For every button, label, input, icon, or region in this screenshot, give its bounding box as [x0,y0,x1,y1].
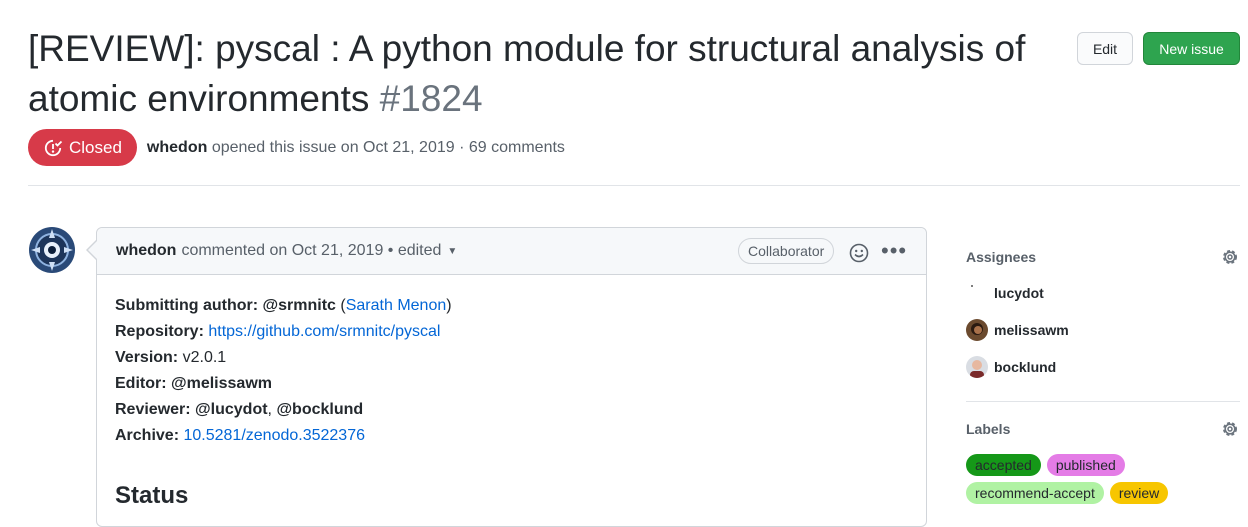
editor-row: Editor: @melissawm [115,371,926,397]
repository-label: Repository: [115,323,204,340]
avatar [966,281,988,304]
repository-row: Repository: https://github.com/srmnitc/p… [115,319,926,345]
sidebar: Assignees lucydot melissawm bocklund Lab… [966,240,1240,504]
reviewer-handle-1[interactable]: @lucydot [195,401,268,418]
editor-label: Editor: [115,375,167,392]
assignees-heading[interactable]: Assignees [966,240,1240,274]
label-published[interactable]: published [1046,454,1125,476]
label-accepted[interactable]: accepted [966,454,1041,476]
chevron-down-icon[interactable]: ▼ [447,246,457,257]
assignees-heading-label: Assignees [966,249,1037,265]
paren-open: ( [335,297,346,314]
labels-list: accepted published recommend-accept revi… [966,454,1240,504]
reviewer-handle-2[interactable]: @bocklund [276,401,363,418]
status-badge: Closed [28,129,137,166]
gear-icon[interactable] [1220,247,1240,267]
comment-author[interactable]: whedon [116,242,176,260]
sidebar-divider [966,401,1240,402]
avatar [966,355,988,378]
issue-number: #1824 [379,78,483,119]
reviewer-label: Reviewer: [115,401,191,418]
issue-author-link[interactable]: whedon [147,139,207,156]
kebab-menu-icon[interactable]: ••• [881,240,907,262]
comment-box: whedon commented on Oct 21, 2019 • edite… [96,227,927,527]
smiley-icon[interactable] [849,243,869,263]
assignee-item[interactable]: lucydot [966,274,1240,311]
submitting-author-name-link[interactable]: Sarath Menon [346,297,447,314]
new-issue-button[interactable]: New issue [1143,32,1240,65]
comment-meta: commented on Oct 21, 2019 • edited [181,242,442,259]
assignee-item[interactable]: melissawm [966,311,1240,348]
label-recommend-accept[interactable]: recommend-accept [966,482,1104,504]
issue-opened-info: whedon opened this issue on Oct 21, 2019… [147,139,565,157]
comment-header: whedon commented on Oct 21, 2019 • edite… [97,228,926,275]
status-heading: Status [115,482,189,509]
editor-handle[interactable]: @melissawm [171,375,272,392]
submitting-author-handle[interactable]: @srmnitc [263,297,336,314]
archive-row: Archive: 10.5281/zenodo.3522376 [115,423,926,449]
archive-link[interactable]: 10.5281/zenodo.3522376 [183,427,365,444]
gear-icon[interactable] [1220,419,1240,439]
avatar[interactable] [28,226,76,274]
header-divider [28,185,1240,186]
assignee-name: melissawm [994,321,1069,338]
assignee-item[interactable]: bocklund [966,348,1240,385]
issue-opened-text: opened this issue on Oct 21, 2019 · 69 c… [211,138,565,156]
edit-button[interactable]: Edit [1077,32,1133,65]
collaborator-badge: Collaborator [738,238,835,264]
issue-title: [REVIEW]: pyscal : A python module for s… [28,24,1073,124]
label-review[interactable]: review [1109,482,1169,504]
issue-meta: Closed whedon opened this issue on Oct 2… [28,129,565,166]
version-row: Version: v2.0.1 [115,345,926,371]
assignee-name: bocklund [994,358,1057,375]
comment-pointer-inner [88,241,97,259]
avatar [966,318,988,341]
archive-label: Archive: [115,427,180,444]
assignee-name: lucydot [994,284,1044,301]
paren-close: ) [446,297,452,314]
submitting-author-label: Submitting author: [115,297,259,314]
labels-heading[interactable]: Labels [966,412,1240,446]
repository-link[interactable]: https://github.com/srmnitc/pyscal [208,323,440,340]
submitting-author-row: Submitting author: @srmnitc (Sarath Meno… [115,293,926,319]
comment-body: Submitting author: @srmnitc (Sarath Meno… [97,275,926,511]
issue-title-text: [REVIEW]: pyscal : A python module for s… [28,28,1026,119]
issue-closed-icon [44,139,63,156]
version-label: Version: [115,349,179,366]
labels-heading-label: Labels [966,421,1011,437]
status-label: Closed [69,137,122,157]
reviewer-row: Reviewer: @lucydot, @bocklund [115,397,926,423]
version-value: v2.0.1 [182,349,227,366]
